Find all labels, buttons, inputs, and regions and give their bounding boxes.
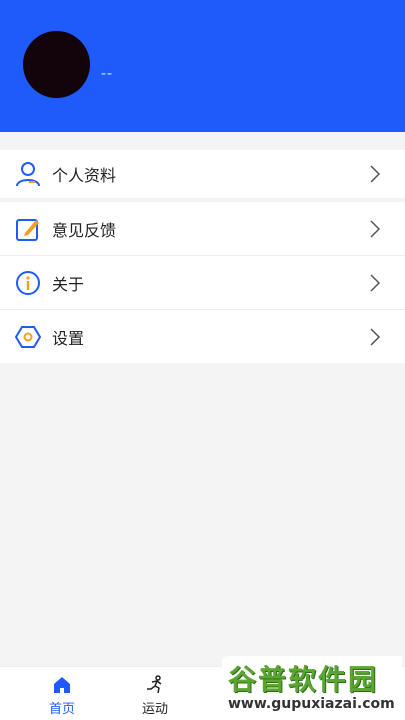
menu-label-feedback: 意见反馈 [52,220,117,240]
tab-label-home: 首页 [48,702,75,717]
menu-item-feedback[interactable]: 意见反馈 [0,202,405,256]
chevron-right-icon [370,165,381,183]
username: -- [101,66,114,82]
chevron-right-icon [370,273,381,292]
chevron-right-icon [370,219,381,238]
menu-item-profile[interactable]: 个人资料 [0,150,405,202]
avatar[interactable] [23,31,90,98]
menu-label-settings: 设置 [52,328,85,348]
home-icon [54,677,70,693]
watermark-badge: 谷普软件园 www.gupuxiazai.com [222,656,402,718]
settings-hexagon-icon [15,325,41,348]
tab-sport[interactable]: 运动 [115,667,195,720]
menu-label-profile: 个人资料 [52,166,117,185]
user-icon [16,162,40,187]
menu-item-about[interactable]: 关于 [0,256,405,310]
info-icon [16,270,40,295]
chevron-right-icon [370,327,381,346]
watermark-title: 谷普软件园 [228,663,379,696]
tab-home[interactable]: 首页 [22,667,102,720]
profile-header: -- [0,0,405,132]
tab-label-sport: 运动 [141,702,168,717]
running-icon [147,675,162,694]
watermark-url: www.gupuxiazai.com [228,696,395,712]
menu-list: 个人资料 意见反馈 关于 设置 [0,150,405,363]
edit-icon [16,218,39,241]
menu-label-about: 关于 [52,274,85,294]
menu-item-settings[interactable]: 设置 [0,310,405,363]
